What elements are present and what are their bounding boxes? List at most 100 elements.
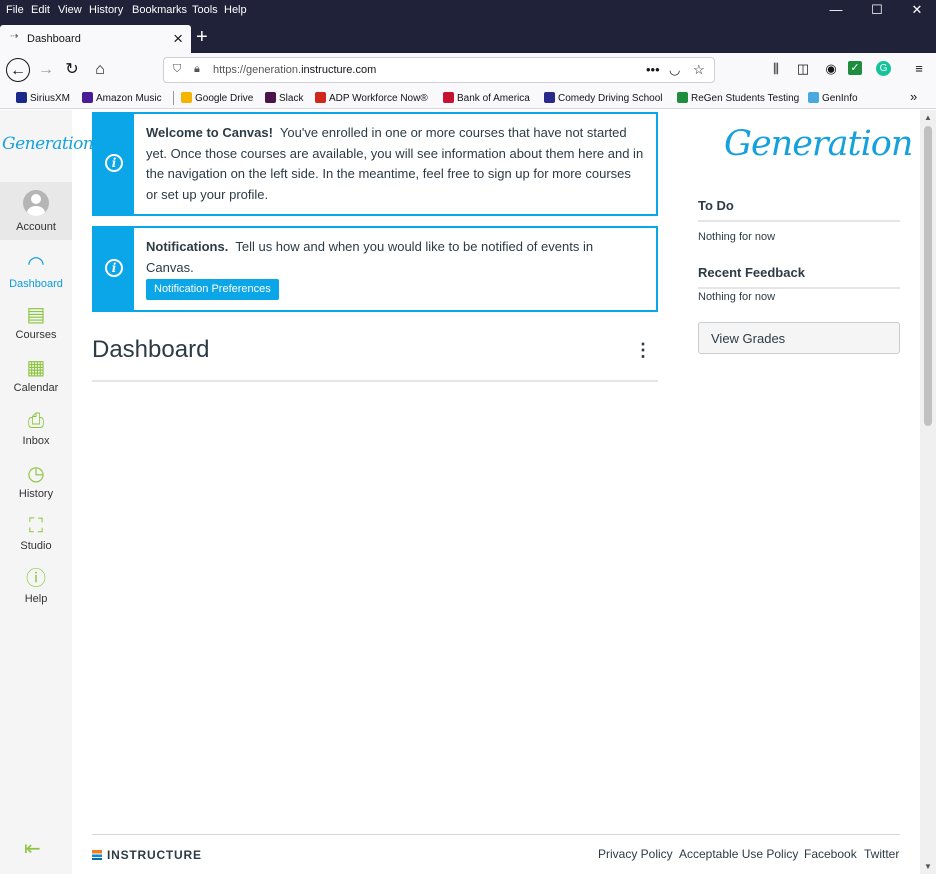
minimize-icon[interactable]: — xyxy=(828,3,844,17)
acceptable-use-policy-link[interactable]: Acceptable Use Policy xyxy=(679,847,798,861)
page-actions-icon[interactable]: ••• xyxy=(646,62,660,77)
nav-courses[interactable]: ▤ Courses xyxy=(0,303,72,341)
nav-help[interactable]: ⓘ Help xyxy=(0,567,72,605)
nav-inbox[interactable]: ⎙ Inbox xyxy=(0,409,72,447)
menu-edit[interactable]: Edit xyxy=(31,4,50,16)
lock-icon[interactable]: 🔒︎ xyxy=(194,63,200,76)
checkmark-extension-icon[interactable]: ✓ xyxy=(848,61,862,75)
pocket-icon[interactable]: ◡ xyxy=(669,62,680,78)
nav-account[interactable]: Account xyxy=(0,182,72,240)
new-tab-icon[interactable]: + xyxy=(196,26,208,49)
menu-bar: File Edit View History Bookmarks Tools H… xyxy=(0,0,936,21)
menu-help[interactable]: Help xyxy=(224,4,247,16)
privacy-policy-link[interactable]: Privacy Policy xyxy=(598,847,673,861)
bookmark-siriusxm[interactable]: SiriusXM xyxy=(16,92,70,104)
calendar-icon: ▦ xyxy=(26,357,46,379)
sidebar-icon[interactable]: ◫ xyxy=(794,61,812,77)
bookmarks-overflow-icon[interactable]: » xyxy=(910,89,917,104)
dashboard-gauge-icon: ◠ xyxy=(27,253,45,275)
scroll-down-icon[interactable]: ▼ xyxy=(924,862,932,871)
twitter-link[interactable]: Twitter xyxy=(864,847,899,861)
main-content: i Welcome to Canvas! You've enrolled in … xyxy=(72,110,936,874)
menu-file[interactable]: File xyxy=(6,4,24,16)
collapse-nav-icon[interactable]: ⇤ xyxy=(24,836,41,861)
reload-icon[interactable]: ↻ xyxy=(60,58,84,82)
nav-history[interactable]: ◷ History xyxy=(0,462,72,500)
info-icon: i xyxy=(105,259,123,277)
bookmark-adp[interactable]: ADP Workforce Now® xyxy=(315,92,428,104)
tab-favicon-icon: ⇢ xyxy=(10,31,19,42)
comedy-driving-school-icon xyxy=(544,92,555,103)
feedback-empty-text: Nothing for now xyxy=(698,291,776,303)
hamburger-menu-icon[interactable]: ≡ xyxy=(910,61,928,76)
home-icon[interactable]: ⌂ xyxy=(88,58,112,82)
instructure-mark-icon xyxy=(92,850,102,860)
page-scrollbar[interactable]: ▲ ▼ xyxy=(920,110,936,874)
bookmark-regen-students-testing[interactable]: ReGen Students Testing xyxy=(677,92,799,104)
welcome-alert: i Welcome to Canvas! You've enrolled in … xyxy=(92,112,658,216)
regen-icon xyxy=(677,92,688,103)
menu-view[interactable]: View xyxy=(58,4,82,16)
address-bar[interactable]: ⛉ 🔒︎ https://generation.instructure.com … xyxy=(163,57,715,83)
facebook-link[interactable]: Facebook xyxy=(804,847,857,861)
bookmark-bank-of-america[interactable]: Bank of America xyxy=(443,92,530,104)
menu-history[interactable]: History xyxy=(89,4,123,16)
tab-strip: ⇢ Dashboard × + xyxy=(0,21,936,53)
tab-title: Dashboard xyxy=(27,33,81,45)
amazon-music-icon xyxy=(82,92,93,103)
url-text[interactable]: https://generation.instructure.com xyxy=(213,64,376,76)
bookmark-google-drive[interactable]: Google Drive xyxy=(181,92,253,104)
scroll-up-icon[interactable]: ▲ xyxy=(924,113,932,122)
avatar-icon xyxy=(23,190,49,216)
bookmark-star-icon[interactable]: ☆ xyxy=(693,62,705,78)
bookmark-comedy-driving-school[interactable]: Comedy Driving School xyxy=(544,92,663,104)
todo-heading: To Do xyxy=(698,198,734,213)
menu-tools[interactable]: Tools xyxy=(192,4,218,16)
global-nav: Generation Account ◠ Dashboard ▤ Courses… xyxy=(0,110,94,874)
instructure-logo[interactable]: INSTRUCTURE xyxy=(92,848,202,862)
grammarly-icon[interactable]: G xyxy=(876,61,891,76)
bookmark-slack[interactable]: Slack xyxy=(265,92,303,104)
bookmarks-toolbar: SiriusXM Amazon Music Google Drive Slack… xyxy=(0,87,936,109)
bookmark-geninfo[interactable]: GenInfo xyxy=(808,92,858,104)
divider xyxy=(698,287,900,289)
nav-studio-label: Studio xyxy=(20,540,52,552)
nav-bar: ← → ↻ ⌂ ⛉ 🔒︎ https://generation.instruct… xyxy=(0,53,936,87)
footer-divider xyxy=(92,834,900,835)
nav-calendar[interactable]: ▦ Calendar xyxy=(0,356,72,394)
divider xyxy=(698,220,900,222)
tab-dashboard[interactable]: ⇢ Dashboard × xyxy=(0,25,191,53)
bookmark-amazon-music[interactable]: Amazon Music xyxy=(82,92,162,104)
notifications-alert: i Notifications. Tell us how and when yo… xyxy=(92,226,658,312)
nav-inbox-label: Inbox xyxy=(22,435,50,447)
menu-bookmarks[interactable]: Bookmarks xyxy=(132,4,187,16)
back-icon[interactable]: ← xyxy=(6,58,30,82)
maximize-icon[interactable]: ☐ xyxy=(869,3,885,17)
nav-courses-label: Courses xyxy=(15,329,57,341)
nav-dashboard[interactable]: ◠ Dashboard xyxy=(0,252,72,290)
info-icon: i xyxy=(105,154,123,172)
tab-close-icon[interactable]: × xyxy=(173,29,183,49)
notifications-alert-title: Notifications. xyxy=(146,239,229,254)
account-icon[interactable]: ◉ xyxy=(822,61,840,77)
nav-help-label: Help xyxy=(24,593,48,605)
notifications-alert-body: Notifications. Tell us how and when you … xyxy=(146,228,656,309)
adp-icon xyxy=(315,92,326,103)
geninfo-icon xyxy=(808,92,819,103)
dashboard-options-icon[interactable]: ⋮ xyxy=(634,340,652,361)
nav-studio[interactable]: ⛶ Studio xyxy=(0,514,72,552)
view-grades-button[interactable]: View Grades xyxy=(698,322,900,354)
scrollbar-thumb[interactable] xyxy=(924,126,932,426)
forward-icon[interactable]: → xyxy=(34,58,58,82)
close-window-icon[interactable]: ✕ xyxy=(909,3,925,17)
alert-bar: i xyxy=(94,228,134,310)
clock-icon: ◷ xyxy=(27,463,45,485)
courses-book-icon: ▤ xyxy=(26,304,46,326)
notification-preferences-button[interactable]: Notification Preferences xyxy=(146,279,279,300)
library-icon[interactable]: ⫼ xyxy=(767,61,785,77)
nav-history-label: History xyxy=(18,488,54,500)
shield-icon[interactable]: ⛉ xyxy=(173,63,181,76)
siriusxm-icon xyxy=(16,92,27,103)
alert-bar: i xyxy=(94,114,134,214)
google-drive-icon xyxy=(181,92,192,103)
